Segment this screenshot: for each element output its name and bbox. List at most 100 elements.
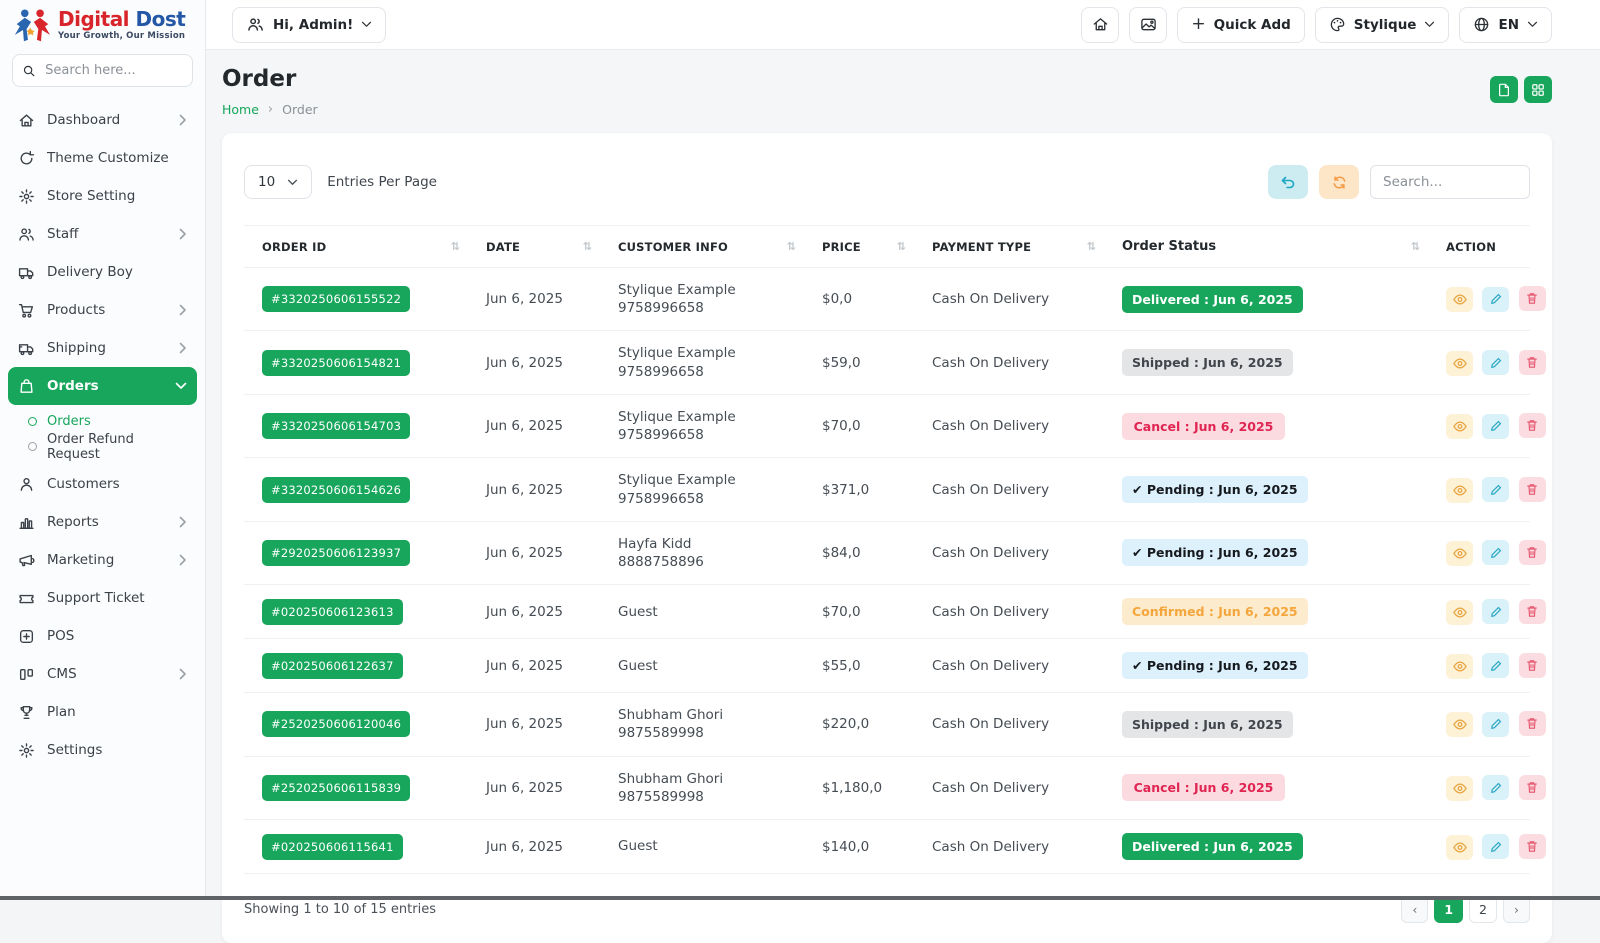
quick-add-button[interactable]: + Quick Add: [1177, 7, 1304, 43]
chevron-right-icon: [179, 114, 187, 126]
undo-button[interactable]: [1268, 165, 1308, 199]
sidebar-item-plan[interactable]: Plan: [8, 693, 197, 731]
settings-gear-icon: [18, 742, 35, 759]
edit-button[interactable]: [1482, 287, 1509, 312]
submenu-item-order-refund-request[interactable]: Order Refund Request: [8, 434, 197, 459]
sidebar-item-label: Dashboard: [47, 112, 120, 128]
language-selector-button[interactable]: EN: [1459, 7, 1552, 43]
edit-button[interactable]: [1482, 477, 1509, 502]
refresh-button[interactable]: [1319, 165, 1359, 199]
delete-button[interactable]: [1519, 413, 1546, 438]
sidebar-item-support-ticket[interactable]: Support Ticket: [8, 579, 197, 617]
col-header-order-status[interactable]: Order Status: [1104, 226, 1428, 268]
view-button[interactable]: [1446, 600, 1473, 625]
col-header-payment-type[interactable]: PAYMENT TYPE: [914, 226, 1104, 268]
sidebar-item-staff[interactable]: Staff: [8, 215, 197, 253]
ticket-icon: [18, 590, 35, 607]
order-id-badge[interactable]: #3320250606154821: [262, 350, 410, 376]
chevron-right-icon: [179, 304, 187, 316]
order-id-badge[interactable]: #020250606122637: [262, 653, 403, 679]
pagination-page-1[interactable]: 1: [1434, 896, 1463, 923]
table-search-input[interactable]: [1370, 165, 1530, 199]
sidebar-item-shipping[interactable]: Shipping: [8, 329, 197, 367]
storefront-button[interactable]: [1081, 7, 1119, 43]
customer-name: Guest: [618, 837, 796, 855]
order-id-badge[interactable]: #2520250606115839: [262, 775, 410, 801]
export-button[interactable]: [1490, 76, 1518, 103]
col-header-label: ORDER ID: [262, 240, 326, 254]
pagination-next-button[interactable]: ›: [1503, 896, 1530, 923]
view-button[interactable]: [1446, 351, 1473, 376]
delete-button[interactable]: [1519, 653, 1546, 678]
order-date: Jun 6, 2025: [468, 394, 600, 457]
delete-button[interactable]: [1519, 711, 1546, 736]
delete-button[interactable]: [1519, 540, 1546, 565]
sidebar-search-input[interactable]: [43, 62, 182, 79]
customer-name: Stylique Example: [618, 471, 796, 489]
delete-button[interactable]: [1519, 599, 1546, 624]
sidebar-item-reports[interactable]: Reports: [8, 503, 197, 541]
edit-button[interactable]: [1482, 414, 1509, 439]
eye-icon: [1453, 607, 1467, 618]
sidebar-item-products[interactable]: Products: [8, 291, 197, 329]
view-button[interactable]: [1446, 541, 1473, 566]
view-button[interactable]: [1446, 835, 1473, 860]
edit-button[interactable]: [1482, 775, 1509, 800]
sort-icon[interactable]: [1087, 240, 1096, 253]
edit-button[interactable]: [1482, 653, 1509, 678]
view-button[interactable]: [1446, 287, 1473, 312]
sidebar-item-dashboard[interactable]: Dashboard: [8, 101, 197, 139]
view-button[interactable]: [1446, 414, 1473, 439]
sidebar-item-settings[interactable]: Settings: [8, 731, 197, 769]
order-id-badge[interactable]: #3320250606154626: [262, 477, 410, 503]
col-header-customer-info[interactable]: CUSTOMER INFO: [600, 226, 804, 268]
edit-button[interactable]: [1482, 540, 1509, 565]
sidebar-item-customers[interactable]: Customers: [8, 465, 197, 503]
view-button[interactable]: [1446, 712, 1473, 737]
entries-per-page-select[interactable]: 10: [244, 165, 312, 199]
order-id-badge[interactable]: #020250606123613: [262, 599, 403, 625]
view-button[interactable]: [1446, 478, 1473, 503]
submenu-item-orders[interactable]: Orders: [8, 409, 197, 434]
delete-button[interactable]: [1519, 775, 1546, 800]
edit-button[interactable]: [1482, 834, 1509, 859]
pagination-prev-button[interactable]: ‹: [1401, 896, 1428, 923]
sort-icon[interactable]: [787, 240, 796, 253]
pencil-icon: [1490, 841, 1502, 853]
sort-icon[interactable]: [1411, 240, 1420, 253]
sidebar-item-pos[interactable]: POS: [8, 617, 197, 655]
order-id-badge[interactable]: #3320250606154703: [262, 413, 410, 439]
sidebar-item-orders[interactable]: Orders: [8, 367, 197, 405]
admin-menu-button[interactable]: Hi, Admin!: [232, 7, 386, 43]
order-id-badge[interactable]: #020250606115641: [262, 834, 403, 860]
col-header-order-id[interactable]: ORDER ID: [244, 226, 468, 268]
view-button[interactable]: [1446, 776, 1473, 801]
media-button[interactable]: [1129, 7, 1167, 43]
edit-button[interactable]: [1482, 712, 1509, 737]
col-header-price[interactable]: PRICE: [804, 226, 914, 268]
edit-button[interactable]: [1482, 599, 1509, 624]
sort-icon[interactable]: [897, 240, 906, 253]
order-id-badge[interactable]: #3320250606155522: [262, 286, 410, 312]
grid-view-button[interactable]: [1524, 76, 1552, 103]
delete-button[interactable]: [1519, 477, 1546, 502]
theme-selector-button[interactable]: Stylique: [1315, 7, 1450, 43]
sidebar-item-theme-customize[interactable]: Theme Customize: [8, 139, 197, 177]
sidebar-item-delivery-boy[interactable]: Delivery Boy: [8, 253, 197, 291]
edit-button[interactable]: [1482, 350, 1509, 375]
order-id-badge[interactable]: #2520250606120046: [262, 711, 410, 737]
delete-button[interactable]: [1519, 286, 1546, 311]
delete-button[interactable]: [1519, 834, 1546, 859]
col-header-date[interactable]: DATE: [468, 226, 600, 268]
view-button[interactable]: [1446, 654, 1473, 679]
sidebar-item-marketing[interactable]: Marketing: [8, 541, 197, 579]
sidebar-item-store-setting[interactable]: Store Setting: [8, 177, 197, 215]
pagination-page-2[interactable]: 2: [1469, 896, 1497, 923]
order-id-badge[interactable]: #2920250606123937: [262, 540, 410, 566]
delete-button[interactable]: [1519, 350, 1546, 375]
sort-icon[interactable]: [583, 240, 592, 253]
sidebar-item-cms[interactable]: CMS: [8, 655, 197, 693]
brand-logo[interactable]: Digital Dost Your Growth, Our Mission: [0, 0, 205, 47]
sort-icon[interactable]: [451, 240, 460, 253]
breadcrumb-home-link[interactable]: Home: [222, 102, 259, 117]
